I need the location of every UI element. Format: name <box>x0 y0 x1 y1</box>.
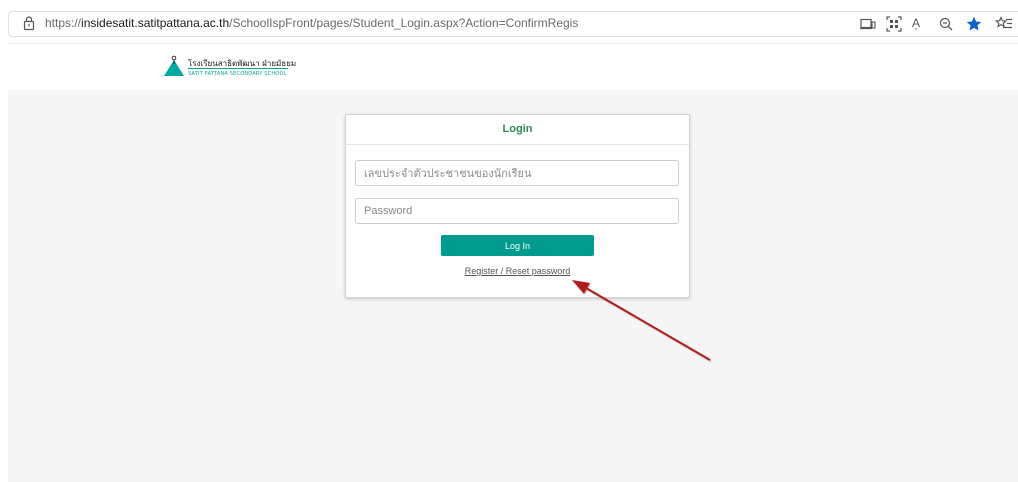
address-bar[interactable]: https://insidesatit.satitpattana.ac.th/S… <box>8 11 1018 37</box>
school-name-english: SATIT PATTANA SECONDARY SCHOOL <box>188 71 287 77</box>
url-host: insidesatit.satitpattana.ac.th <box>81 16 230 30</box>
read-aloud-icon[interactable]: Aͅ <box>912 16 920 30</box>
url-scheme: https:// <box>45 16 82 30</box>
page-content: Login Log In Register / Reset password <box>8 90 1018 482</box>
login-card: Login Log In Register / Reset password <box>345 114 690 298</box>
school-header: โรงเรียนสาธิตพัฒนา ฝ่ายมัธยม SATIT PATTA… <box>8 44 1018 90</box>
favorites-list-icon[interactable] <box>995 15 1013 33</box>
login-button[interactable]: Log In <box>441 235 594 256</box>
favorite-star-icon[interactable] <box>965 15 983 33</box>
login-title: Login <box>502 123 533 135</box>
password-input[interactable] <box>355 198 679 224</box>
url-path: /SchoolIspFront/pages/Student_Login.aspx… <box>229 16 579 30</box>
zoom-out-icon[interactable] <box>937 15 955 33</box>
citizen-id-input[interactable] <box>355 160 679 186</box>
browser-toolbar: https://insidesatit.satitpattana.ac.th/S… <box>0 0 1018 44</box>
url-text[interactable]: https://insidesatit.satitpattana.ac.th/S… <box>45 16 578 30</box>
lock-icon[interactable] <box>21 15 37 31</box>
app-available-icon[interactable] <box>859 15 877 33</box>
school-logo-icon[interactable] <box>163 55 185 77</box>
register-reset-link[interactable]: Register / Reset password <box>346 266 689 276</box>
qr-code-icon[interactable] <box>885 15 903 33</box>
card-divider <box>346 144 689 145</box>
logo-divider <box>188 68 288 69</box>
